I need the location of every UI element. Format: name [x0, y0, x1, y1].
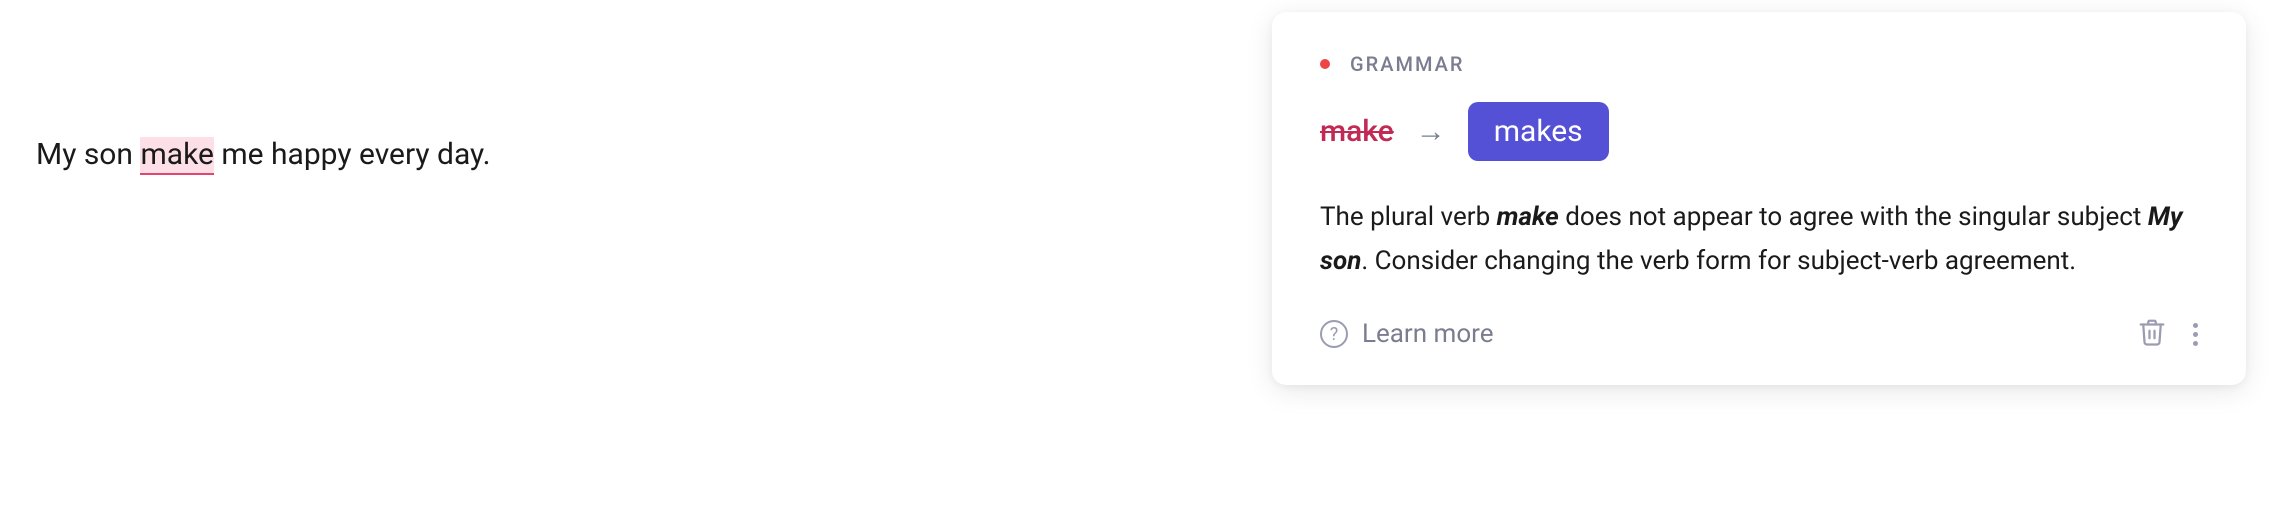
more-options-icon[interactable] — [2193, 323, 2198, 346]
category-label: GRAMMAR — [1350, 52, 1464, 76]
category-dot-icon — [1320, 59, 1330, 69]
help-icon: ? — [1320, 320, 1348, 348]
learn-more-link[interactable]: ? Learn more — [1320, 319, 1494, 349]
replacement-button[interactable]: makes — [1468, 102, 1609, 161]
suggestion-row: make → makes — [1320, 102, 2198, 161]
error-highlight[interactable]: make — [140, 137, 213, 175]
card-header: GRAMMAR — [1320, 52, 2198, 76]
footer-actions — [2137, 317, 2198, 351]
original-word: make — [1320, 114, 1394, 149]
learn-more-label: Learn more — [1362, 319, 1494, 349]
text-after: me happy every day. — [214, 137, 491, 172]
editor-text[interactable]: My son make me happy every day. — [36, 132, 491, 177]
text-before: My son — [36, 137, 140, 172]
explanation-bold: make — [1497, 202, 1559, 232]
explanation-part: The plural verb — [1320, 202, 1497, 232]
card-footer: ? Learn more — [1320, 317, 2198, 351]
explanation-part: does not appear to agree with the singul… — [1559, 202, 2148, 232]
explanation-text: The plural verb make does not appear to … — [1320, 195, 2198, 283]
arrow-right-icon: → — [1416, 114, 1446, 149]
explanation-part: . Consider changing the verb form for su… — [1361, 246, 2076, 276]
suggestion-card: GRAMMAR make → makes The plural verb mak… — [1272, 12, 2246, 385]
trash-icon[interactable] — [2137, 317, 2167, 351]
